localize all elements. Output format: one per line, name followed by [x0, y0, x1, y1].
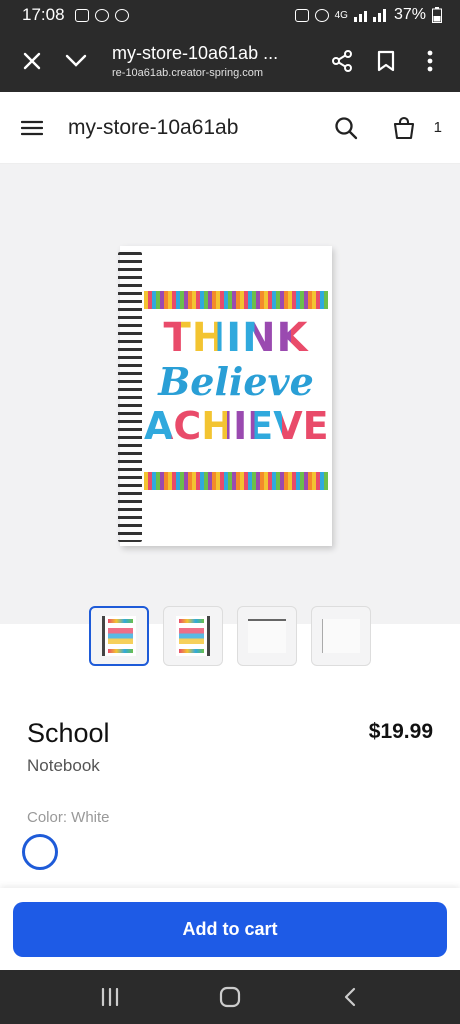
- shazam-icon: [114, 8, 129, 22]
- back-button[interactable]: [328, 975, 372, 1019]
- back-icon: [344, 987, 356, 1007]
- search-icon: [335, 116, 357, 139]
- product-artwork: THINK Believe ACHIEVE: [144, 316, 329, 448]
- color-label: Color: White: [27, 809, 110, 826]
- collapse-button[interactable]: [54, 39, 98, 83]
- page-url: re-10a61ab.creator-spring.com: [112, 67, 264, 79]
- share-button[interactable]: [320, 39, 364, 83]
- battery-icon: [432, 7, 442, 23]
- status-time: 17:08: [22, 5, 65, 24]
- shopping-bag-icon: [393, 116, 414, 139]
- cart-count: 1: [433, 119, 442, 136]
- store-header: my-store-10a61ab 1: [0, 92, 460, 164]
- network-type: 4G: [334, 9, 348, 21]
- home-icon: [219, 986, 241, 1008]
- chevron-down-icon: [65, 54, 87, 67]
- lock-icon: [294, 8, 309, 22]
- url-display[interactable]: my-store-10a61ab ... re-10a61ab.creator-…: [98, 43, 320, 79]
- thumbnail-4[interactable]: [311, 606, 371, 666]
- spiral-binding: [118, 252, 142, 542]
- page-title: my-store-10a61ab ...: [112, 43, 279, 63]
- product-title: School: [27, 718, 110, 748]
- color-swatch-white[interactable]: [22, 834, 58, 870]
- product-image: THINK Believe ACHIEVE: [118, 246, 332, 546]
- product-price: $19.99: [368, 720, 433, 743]
- signal-icon: [353, 9, 386, 22]
- search-button[interactable]: [324, 106, 368, 150]
- status-bar: 17:08 4G 37%: [0, 0, 460, 30]
- thumbnail-strip: [0, 606, 460, 668]
- cart-button[interactable]: [382, 106, 426, 150]
- add-to-cart-bar: Add to cart: [0, 888, 460, 970]
- bookmark-button[interactable]: [364, 39, 408, 83]
- close-tab-button[interactable]: [10, 39, 54, 83]
- alarm-icon: [314, 8, 329, 22]
- product-type: Notebook: [27, 756, 100, 775]
- recent-apps-button[interactable]: [88, 975, 132, 1019]
- more-vert-icon: [427, 50, 433, 72]
- close-icon: [23, 52, 41, 70]
- system-nav-bar: [0, 970, 460, 1024]
- store-name[interactable]: my-store-10a61ab: [68, 116, 238, 140]
- menu-button[interactable]: [10, 106, 54, 150]
- product-image-gallery[interactable]: THINK Believe ACHIEVE: [0, 164, 460, 624]
- art-line-believe: Believe: [158, 359, 314, 404]
- thumbnail-1[interactable]: [89, 606, 149, 666]
- bookmark-icon: [377, 50, 395, 72]
- more-options-button[interactable]: [408, 39, 452, 83]
- gallery-icon: [74, 8, 89, 22]
- add-to-cart-button[interactable]: Add to cart: [13, 902, 447, 957]
- recents-icon: [101, 988, 119, 1006]
- instagram-icon: [94, 8, 109, 22]
- pencil-border-bottom: [144, 472, 328, 490]
- home-button[interactable]: [208, 975, 252, 1019]
- share-icon: [332, 50, 352, 72]
- thumbnail-3[interactable]: [237, 606, 297, 666]
- art-line-achieve: ACHIEVE: [144, 404, 329, 448]
- art-line-think: THINK: [144, 316, 328, 360]
- thumbnail-2[interactable]: [163, 606, 223, 666]
- browser-toolbar: my-store-10a61ab ... re-10a61ab.creator-…: [0, 30, 460, 92]
- battery-percent: 37%: [393, 6, 426, 23]
- hamburger-icon: [21, 120, 43, 135]
- pencil-border-top: [144, 291, 328, 309]
